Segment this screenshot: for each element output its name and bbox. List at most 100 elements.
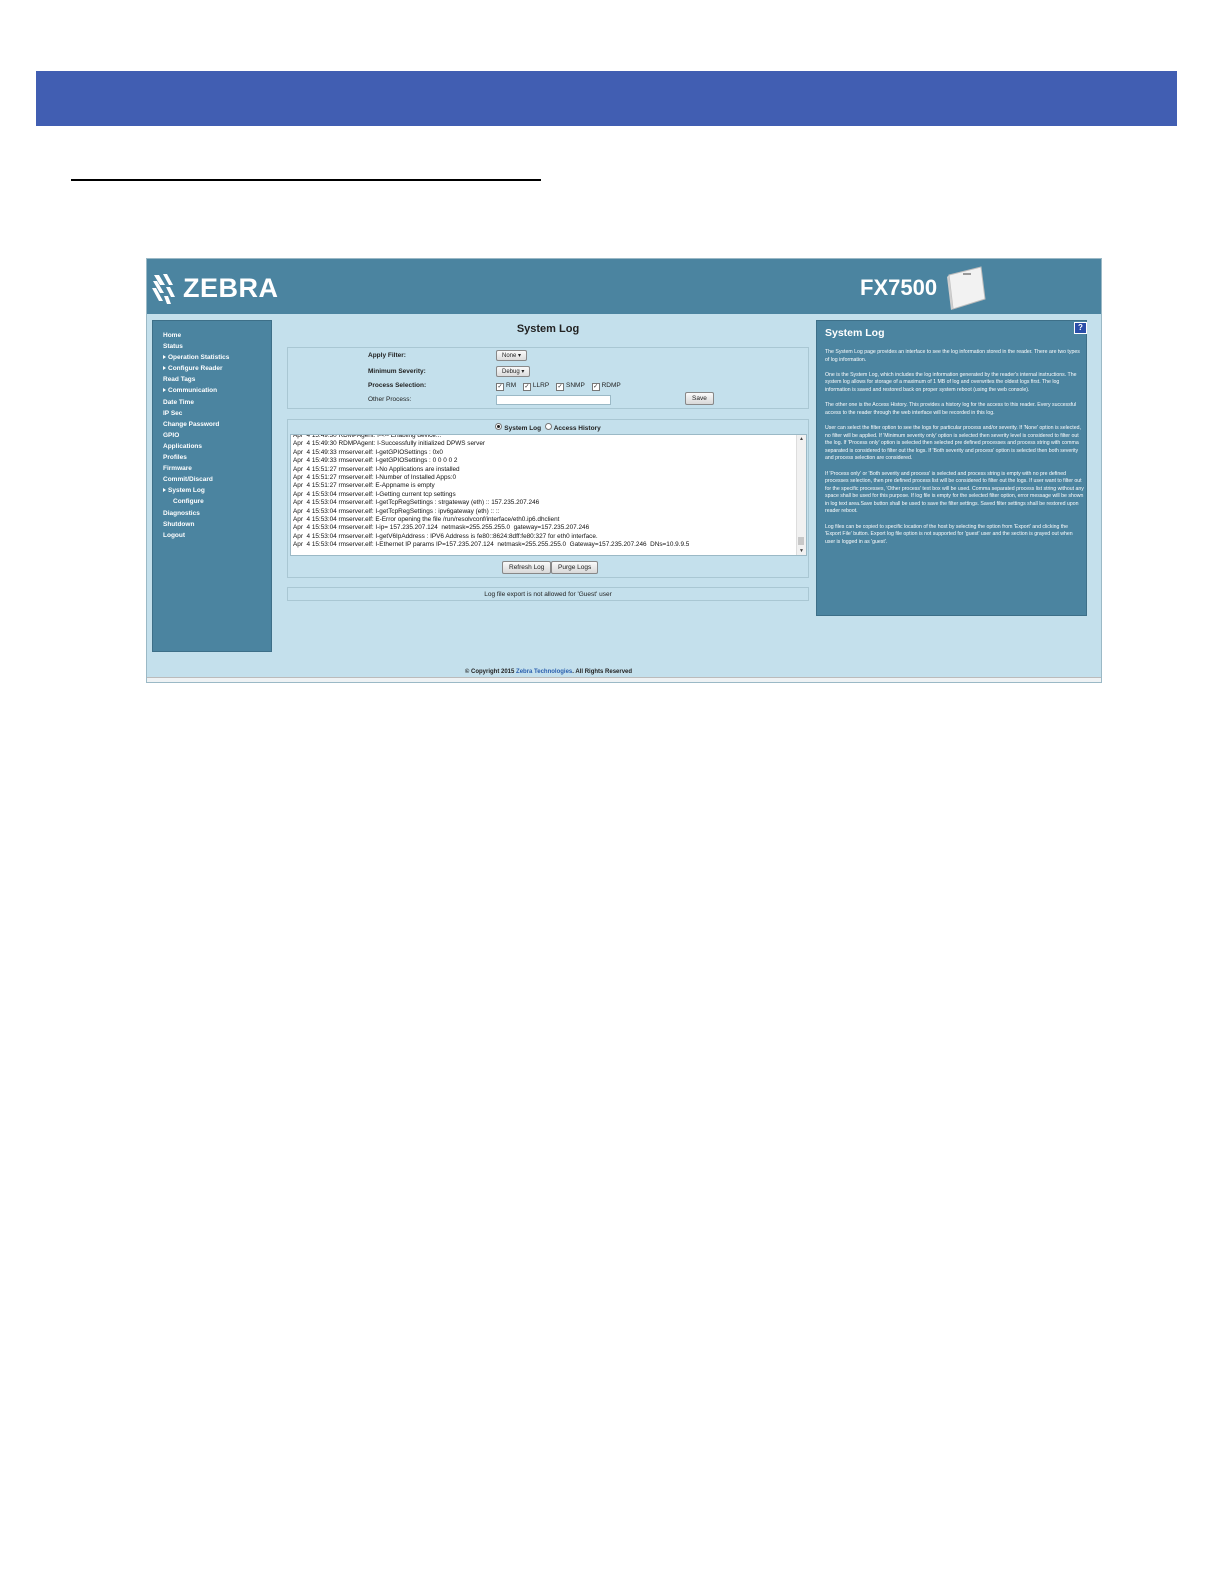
- process-checkbox-llrp[interactable]: ✓: [522, 383, 531, 391]
- sidebar-item-label: Configure: [173, 498, 204, 506]
- sidebar-item-gpio[interactable]: GPIO: [153, 430, 271, 441]
- log-line: Apr 4 15:53:04 rmserver.elf: I-getTcpReg…: [293, 499, 540, 507]
- log-line: Apr 4 15:53:04 rmserver.elf: I-getTcpReg…: [293, 507, 500, 515]
- sidebar-item-label: Logout: [163, 531, 186, 539]
- heading-rule: [71, 179, 541, 181]
- export-note: Log file export is not allowed for 'Gues…: [287, 587, 809, 601]
- log-panel: System Log Access History Apr 4 15:49:30…: [287, 419, 809, 578]
- log-type-selector: System Log Access History: [288, 423, 808, 432]
- save-button[interactable]: Save: [685, 392, 714, 405]
- log-scrollbar[interactable]: ▲ ▼: [796, 435, 806, 555]
- expand-arrow-icon: [163, 488, 166, 493]
- apply-filter-value: None: [502, 353, 517, 359]
- sidebar-item-label: Operation Statistics: [168, 354, 230, 362]
- access-history-radio[interactable]: [544, 423, 552, 430]
- help-paragraph: The System Log page provides an interfac…: [825, 349, 1080, 363]
- sidebar-item-commit-discard[interactable]: Commit/Discard: [153, 474, 271, 485]
- system-log-radio[interactable]: [495, 423, 503, 430]
- sidebar-item-home[interactable]: Home: [153, 330, 271, 341]
- copyright: © Copyright 2015 Zebra Technologies. All…: [147, 669, 950, 675]
- min-severity-dropdown[interactable]: Debug ▾: [496, 366, 531, 377]
- sidebar-item-label: Change Password: [163, 420, 220, 428]
- help-body: The System Log page provides an interfac…: [825, 349, 1084, 554]
- scroll-down-icon[interactable]: ▼: [797, 547, 806, 555]
- help-paragraph: User can select the filter option to see…: [825, 424, 1081, 462]
- help-paragraph: One is the System Log, which includes th…: [825, 371, 1077, 393]
- process-label-rdmp: RDMP: [601, 382, 621, 389]
- document-banner: [36, 71, 1177, 126]
- sidebar-item-logout[interactable]: Logout: [153, 530, 271, 541]
- sidebar-item-read-tags[interactable]: Read Tags: [153, 374, 271, 385]
- sidebar-item-configure[interactable]: Configure: [153, 496, 271, 507]
- reader-web-console: ZEBRA FX7500 Home Status Operation Statist…: [146, 258, 1102, 683]
- sidebar-item-system-log[interactable]: System Log: [153, 485, 271, 496]
- dropdown-arrow-icon: ▾: [521, 369, 525, 375]
- sidebar-item-label: Communication: [168, 387, 218, 395]
- min-severity-label: Minimum Severity:: [368, 368, 426, 375]
- sidebar-item-operation-statistics[interactable]: Operation Statistics: [153, 352, 271, 363]
- sidebar-item-date-time[interactable]: Date Time: [153, 397, 271, 408]
- sidebar-item-label: System Log: [168, 487, 205, 495]
- zebra-logo-text: ZEBRA: [183, 273, 279, 303]
- scroll-up-icon[interactable]: ▲: [797, 435, 806, 443]
- expand-arrow-icon: [163, 355, 166, 360]
- other-process-label: Other Process:: [368, 396, 412, 403]
- dropdown-arrow-icon: ▾: [518, 353, 522, 359]
- app-header: ZEBRA FX7500: [147, 259, 1101, 314]
- sidebar-item-configure-reader[interactable]: Configure Reader: [153, 363, 271, 374]
- sidebar-item-profiles[interactable]: Profiles: [153, 452, 271, 463]
- log-text-area[interactable]: Apr 4 15:49:30 RDMPAgent: I-<-- Enabling…: [290, 434, 807, 556]
- sidebar-item-label: Applications: [163, 442, 203, 450]
- log-line: Apr 4 15:51:27 rmserver.elf: E-Appname i…: [293, 482, 435, 490]
- sidebar-item-applications[interactable]: Applications: [153, 441, 271, 452]
- help-paragraph: If 'Process only' or 'Both severity and …: [825, 470, 1084, 515]
- sidebar-item-label: Diagnostics: [163, 509, 200, 517]
- help-paragraph: The other one is the Access History. Thi…: [825, 402, 1077, 416]
- copyright-rights: . All Rights Reserved: [572, 669, 633, 675]
- log-line: Apr 4 15:49:33 rmserver.elf: I-getGPIOSe…: [293, 457, 458, 465]
- min-severity-value: Debug: [502, 369, 520, 375]
- other-process-input[interactable]: [496, 395, 611, 405]
- process-label-snmp: SNMP: [566, 382, 585, 389]
- sidebar-item-ip-sec[interactable]: IP Sec: [153, 408, 271, 419]
- sidebar-item-firmware[interactable]: Firmware: [153, 463, 271, 474]
- help-title: System Log: [825, 327, 885, 339]
- company-link[interactable]: Zebra Technologies: [516, 669, 572, 675]
- sidebar-item-shutdown[interactable]: Shutdown: [153, 519, 271, 530]
- process-checkbox-snmp[interactable]: ✓: [556, 383, 564, 391]
- scroll-thumb[interactable]: [798, 537, 804, 545]
- log-lines: Apr 4 15:49:30 RDMPAgent: I-<-- Enabling…: [293, 435, 689, 550]
- sidebar-item-label: Shutdown: [163, 520, 195, 528]
- copyright-prefix: © Copyright 2015: [464, 669, 515, 675]
- sidebar-item-label: Commit/Discard: [163, 476, 213, 484]
- reader-model: FX7500: [860, 275, 938, 300]
- log-line: Apr 4 15:49:30 RDMPAgent: I-Successfully…: [293, 440, 486, 448]
- sidebar-nav: Home Status Operation Statistics Configure …: [152, 320, 272, 652]
- refresh-log-button[interactable]: Refresh Log: [502, 561, 552, 574]
- process-checkbox-rm[interactable]: ✓: [496, 383, 504, 391]
- sidebar-item-change-password[interactable]: Change Password: [153, 419, 271, 430]
- log-line: Apr 4 15:53:04 rmserver.elf: I-getV6IpAd…: [293, 532, 598, 540]
- reader-device-image: [947, 266, 986, 310]
- sidebar-item-label: Profiles: [163, 454, 187, 462]
- browser-status-bar: [147, 677, 1101, 682]
- expand-arrow-icon: [163, 388, 166, 393]
- process-label-rm: RM: [506, 382, 517, 389]
- sidebar-item-communication[interactable]: Communication: [153, 385, 271, 396]
- sidebar-item-label: Date Time: [163, 398, 194, 406]
- filter-panel: Apply Filter: None ▾ Minimum Severity: D…: [287, 347, 809, 409]
- apply-filter-label: Apply Filter:: [368, 352, 406, 359]
- log-line: Apr 4 15:53:04 rmserver.elf: I-Getting c…: [293, 490, 456, 498]
- help-icon[interactable]: ?: [1074, 322, 1087, 334]
- process-checkbox-rdmp[interactable]: ✓: [591, 383, 600, 391]
- sidebar-item-status[interactable]: Status: [153, 341, 271, 352]
- sidebar-item-diagnostics[interactable]: Diagnostics: [153, 508, 271, 519]
- apply-filter-dropdown[interactable]: None ▾: [496, 350, 528, 361]
- purge-logs-button[interactable]: Purge Logs: [551, 561, 599, 574]
- expand-arrow-icon: [163, 366, 166, 371]
- process-checkboxes: ✓ RM ✓ LLRP ✓ SNMP ✓ RDMP: [496, 382, 626, 391]
- log-line: Apr 4 15:49:33 rmserver.elf: I-getGPIOSe…: [293, 448, 443, 456]
- sidebar-item-label: Firmware: [163, 465, 192, 473]
- zebra-logo-icon: [152, 274, 175, 304]
- access-history-radio-label: Access History: [553, 425, 601, 432]
